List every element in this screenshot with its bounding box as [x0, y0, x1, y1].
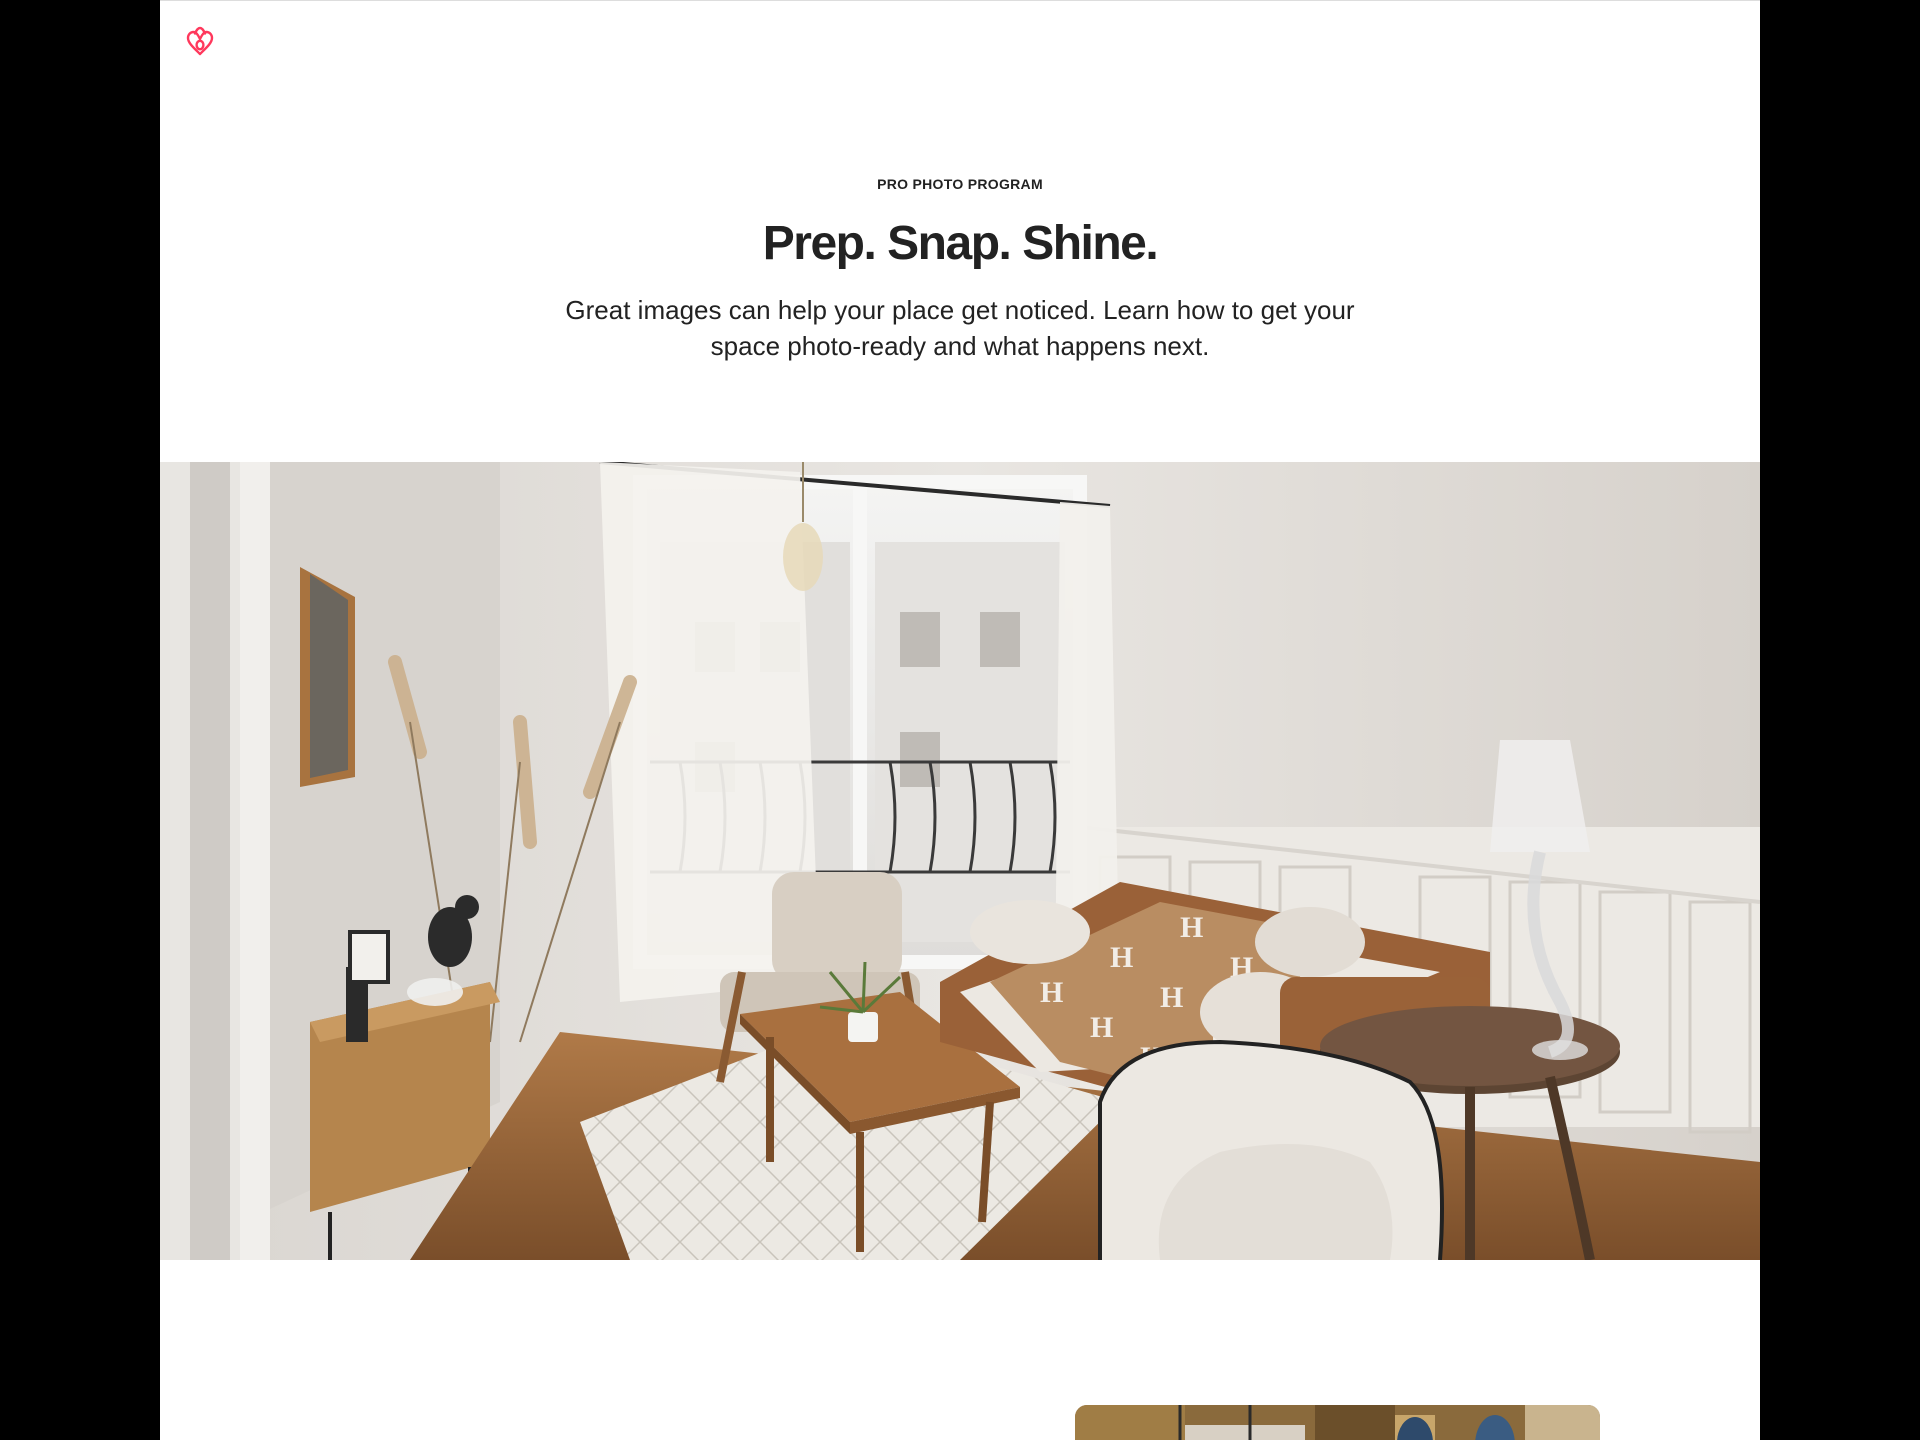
hero-subtitle: Great images can help your place get not… [565, 295, 1355, 361]
svg-text:H: H [1160, 981, 1183, 1014]
hero-image: HHH HHH HH [160, 462, 1760, 1260]
svg-text:H: H [1180, 911, 1203, 944]
svg-text:H: H [1040, 976, 1063, 1009]
eyebrow-label: PRO PHOTO PROGRAM [877, 176, 1043, 192]
top-divider [160, 0, 1760, 1]
page: PRO PHOTO PROGRAM Prep. Snap. Shine. Gre… [160, 0, 1760, 1440]
next-section-image [1075, 1405, 1600, 1440]
airbnb-logo-icon[interactable] [184, 24, 216, 58]
svg-text:H: H [1110, 941, 1133, 974]
svg-text:H: H [1090, 1011, 1113, 1044]
page-title: Prep. Snap. Shine. [762, 217, 1159, 270]
